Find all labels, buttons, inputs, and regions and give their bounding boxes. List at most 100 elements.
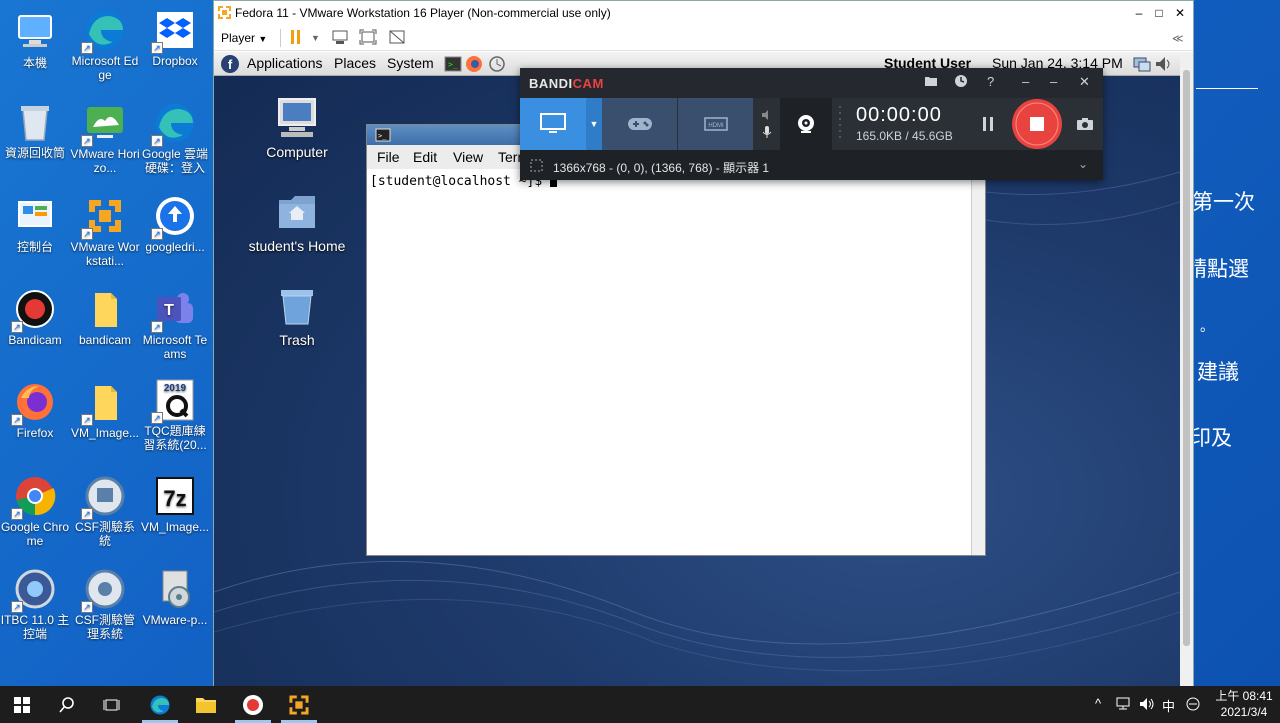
pause-button[interactable]	[289, 29, 303, 47]
terminal-menu-view[interactable]: View	[453, 149, 483, 165]
desktop-icon-vmware-player-installer[interactable]: VMware-p...	[140, 567, 210, 627]
svg-text:f: f	[228, 57, 233, 72]
background-text-5: 印及	[1190, 427, 1232, 450]
firefox-launcher-icon[interactable]	[465, 55, 483, 73]
bandicam-close-button[interactable]: ✕	[1079, 74, 1090, 90]
taskbar-vmware[interactable]	[286, 692, 312, 718]
desktop-icon-microsoft-teams[interactable]: T ↗ Microsoft Teams	[140, 287, 210, 361]
system-clock[interactable]: 上午 08:41 2021/3/4	[1212, 688, 1276, 720]
terminal-icon: >_	[375, 128, 391, 142]
vmware-titlebar[interactable]: Fedora 11 - VMware Workstation 16 Player…	[214, 1, 1193, 25]
dropbox-icon: ↗	[151, 8, 197, 54]
close-button[interactable]: ✕	[1170, 4, 1190, 22]
pause-record-button[interactable]	[978, 98, 998, 150]
task-view-button[interactable]	[99, 692, 125, 718]
guest-icon-trash[interactable]: Trash	[247, 284, 347, 348]
search-button[interactable]	[54, 692, 80, 718]
terminal-menu-file[interactable]: File	[377, 149, 400, 165]
recycle-bin-icon	[13, 100, 57, 144]
background-divider	[1196, 88, 1258, 89]
desktop-icon-csf-exam[interactable]: ↗ CSF測驗系統	[70, 474, 140, 548]
desktop-icon-this-pc[interactable]: 本機	[0, 10, 70, 70]
system-menu[interactable]: System	[387, 55, 434, 71]
help-button[interactable]: ?	[987, 74, 994, 89]
desktop-icon-recycle-bin[interactable]: 資源回收筒	[0, 100, 70, 160]
microphone-icon[interactable]	[761, 125, 773, 139]
stop-record-button[interactable]	[1009, 98, 1065, 150]
separator-dots	[838, 98, 842, 150]
places-menu[interactable]: Places	[334, 55, 376, 71]
webcam-toggle[interactable]	[780, 98, 832, 150]
bandicam-region-bar[interactable]: 1366x768 - (0, 0), (1366, 768) - 顯示器 1 ⌄	[520, 150, 1103, 180]
desktop-icon-control-panel[interactable]: 控制台	[0, 194, 70, 254]
terminal-scrollbar[interactable]	[971, 169, 985, 555]
installer-icon	[153, 567, 197, 611]
screenshot-button[interactable]	[1073, 98, 1097, 150]
screen-record-mode-button[interactable]	[520, 98, 586, 150]
desktop-icon-dropbox[interactable]: ↗ Dropbox	[140, 8, 210, 68]
pause-icon	[983, 117, 993, 131]
speaker-icon[interactable]	[761, 109, 773, 121]
shortcut-arrow-icon: ↗	[151, 135, 163, 147]
terminal-output[interactable]: [student@localhost ~]$	[367, 169, 971, 555]
desktop-icon-microsoft-edge[interactable]: ↗ Microsoft Edge	[70, 8, 140, 82]
taskbar-bandicam[interactable]	[240, 692, 266, 718]
audio-toggles	[756, 98, 778, 150]
folder-icon[interactable]	[924, 74, 938, 88]
back-to-toolbar-icon[interactable]: ≪	[1172, 32, 1184, 45]
terminal-launcher-icon[interactable]: >_	[444, 55, 462, 73]
vmware-toolbar: Player ▼ ▼	[214, 25, 1193, 51]
terminal-window[interactable]: >_ File Edit View Term [student@localhos…	[366, 124, 986, 556]
unity-button[interactable]	[388, 29, 406, 47]
bandicam-minimize-tray-button[interactable]: –	[1050, 74, 1057, 89]
bandicam-minimize-button[interactable]: –	[1022, 74, 1029, 89]
svg-text:2019: 2019	[164, 383, 187, 394]
chevron-down-icon[interactable]: ⌄	[1078, 157, 1088, 171]
desktop-icon-firefox[interactable]: ↗ Firefox	[0, 380, 70, 440]
scrollbar-thumb[interactable]	[1183, 70, 1190, 646]
player-menu-button[interactable]: Player ▼	[221, 29, 267, 47]
desktop-icon-vmware-horizon[interactable]: ↗ VMware Horizo...	[70, 101, 140, 175]
update-icon[interactable]	[487, 55, 507, 73]
game-record-mode-button[interactable]	[602, 98, 677, 150]
guest-icon-computer[interactable]: Computer	[247, 96, 347, 160]
minimize-button[interactable]: –	[1129, 4, 1149, 22]
desktop-icon-vm-image-7z[interactable]: 7z VM_Image...	[140, 474, 210, 534]
ime-mode-icon[interactable]	[1184, 696, 1202, 712]
shortcut-arrow-icon: ↗	[151, 321, 163, 333]
screen-mode-dropdown[interactable]: ▼	[586, 98, 602, 150]
fit-guest-button[interactable]	[359, 29, 377, 47]
guest-icon-home[interactable]: student's Home	[247, 190, 347, 254]
taskbar-file-explorer[interactable]	[193, 692, 219, 718]
applications-menu[interactable]: Applications	[247, 55, 323, 71]
fedora-logo-icon[interactable]: f	[220, 54, 240, 74]
terminal-menu-edit[interactable]: Edit	[413, 149, 437, 165]
desktop-icon-googledrive[interactable]: ↗ googledri...	[140, 194, 210, 254]
network-icon[interactable]	[1132, 55, 1152, 73]
vmware-scrollbar[interactable]	[1180, 52, 1193, 686]
volume-icon[interactable]	[1138, 696, 1156, 712]
maximize-button[interactable]: □	[1149, 4, 1169, 22]
desktop-icon-google-drive-login[interactable]: ↗ Google 雲端硬碟：登入	[140, 101, 210, 175]
clock-icon[interactable]	[954, 74, 968, 88]
desktop-icon-bandicam[interactable]: ↗ Bandicam	[0, 287, 70, 347]
desktop-icon-google-chrome[interactable]: ↗ Google Chrome	[0, 474, 70, 548]
desktop-icon-vmware-workstation[interactable]: ↗ VMware Workstati...	[70, 194, 140, 268]
device-record-mode-button[interactable]: HDMI	[677, 98, 753, 150]
show-hidden-icons-button[interactable]: ^	[1095, 696, 1101, 711]
network-icon[interactable]	[1115, 696, 1133, 712]
desktop-icon-tqc[interactable]: 2019 ↗ TQC題庫練習系統(20...	[140, 378, 210, 452]
desktop-icon-itbc[interactable]: ↗ ITBC 11.0 主控端	[0, 567, 70, 641]
pause-dropdown-icon[interactable]: ▼	[311, 29, 320, 47]
send-ctrl-alt-del-button[interactable]	[331, 29, 349, 47]
desktop-icon-bandicam-folder[interactable]: bandicam	[70, 287, 140, 347]
desktop-icon-vm-image-folder[interactable]: ↗ VM_Image...	[70, 380, 140, 440]
gamepad-icon	[627, 118, 652, 130]
taskbar-edge[interactable]	[147, 692, 173, 718]
start-button[interactable]	[9, 692, 35, 718]
volume-icon[interactable]	[1154, 55, 1174, 73]
pause-icon	[291, 30, 300, 44]
input-method-indicator[interactable]: 中	[1162, 696, 1175, 715]
bandicam-titlebar[interactable]: BANDICAM ? – – ✕	[520, 68, 1103, 98]
desktop-icon-csf-admin[interactable]: ↗ CSF測驗管理系統	[70, 567, 140, 641]
